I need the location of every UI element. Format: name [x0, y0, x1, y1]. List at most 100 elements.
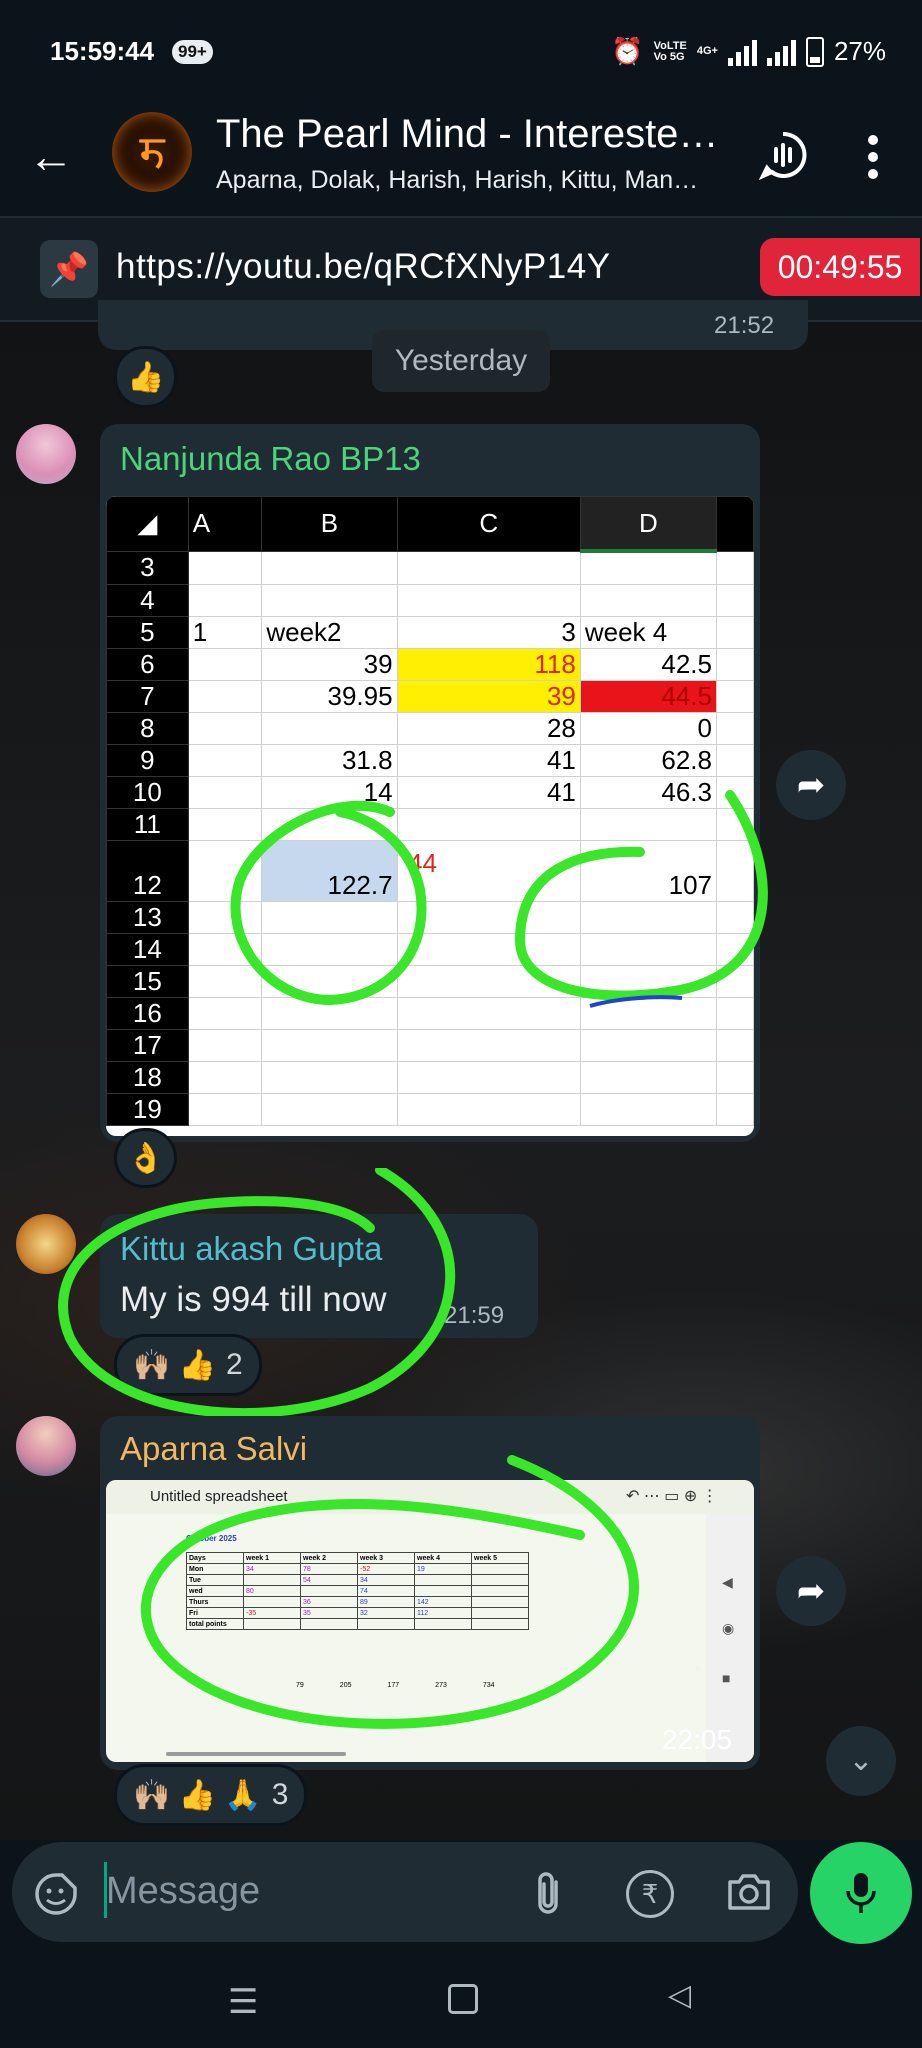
row-number: 8	[106, 712, 189, 745]
cell-empty	[716, 584, 754, 617]
cell-empty	[716, 648, 754, 681]
forward-icon[interactable]: ➦	[776, 1556, 846, 1626]
green-circle-annotation	[230, 790, 768, 1008]
cell-b	[261, 1093, 398, 1126]
row-number: 14	[106, 933, 189, 966]
row-number: 12	[106, 840, 189, 902]
alarm-icon: ⏰	[611, 36, 644, 66]
sticker-icon[interactable]	[34, 1872, 78, 1916]
more-options-icon[interactable]	[866, 134, 880, 180]
cell-empty	[716, 1029, 754, 1062]
row-number: 7	[106, 680, 189, 713]
row-number: 9	[106, 744, 189, 777]
home-nav-icon[interactable]	[448, 1984, 478, 2014]
spreadsheet-row: 17	[106, 1029, 754, 1062]
recents-nav-icon[interactable]: ☰	[228, 1982, 258, 2022]
green-circle-annotation	[140, 1455, 639, 1729]
row-number: 5	[106, 616, 189, 649]
spreadsheet-row: 6 39 118 42.5	[106, 648, 754, 681]
row-number: 18	[106, 1061, 189, 1094]
row-number: 11	[106, 808, 189, 841]
cell-a	[187, 744, 263, 777]
notification-count-badge: 99+	[172, 40, 213, 64]
network-type: 4G+	[696, 45, 718, 57]
cell-a	[187, 648, 263, 681]
back-arrow-icon[interactable]: ←	[28, 128, 74, 184]
spreadsheet-row: 7 39.95 39 44.5	[106, 680, 754, 713]
reaction-chip[interactable]: 🙌🏼 👍 🙏 3	[114, 1764, 308, 1826]
back-nav-icon[interactable]: ◁	[668, 1978, 691, 2013]
nav-home-icon: ◉	[722, 1620, 735, 1636]
cell-d	[579, 550, 718, 585]
microphone-icon	[846, 1873, 876, 1913]
voice-chat-icon[interactable]	[758, 130, 808, 180]
cell-c	[396, 584, 581, 617]
message-time: 22:05	[662, 1724, 733, 1755]
nav-recents-icon: ■	[722, 1670, 731, 1686]
network-label: VoLTE Vo 5G	[653, 40, 687, 63]
cell-a: 1	[187, 616, 263, 649]
sender-name[interactable]: Nanjunda Rao BP13	[120, 440, 421, 478]
pinned-link[interactable]: https://youtu.be/qRCfXNyP14Y	[116, 247, 611, 287]
row-number: 19	[106, 1093, 189, 1126]
group-avatar[interactable]: ॸ	[112, 112, 192, 192]
row-number: 3	[106, 550, 189, 585]
column-header-row: ◢ A B C D	[106, 496, 754, 553]
sender-avatar[interactable]	[16, 1416, 76, 1476]
battery-icon	[805, 36, 824, 67]
cell-b: week2	[261, 616, 398, 649]
cell-c	[396, 550, 581, 585]
spreadsheet-row: 18	[106, 1061, 754, 1094]
cell-b	[261, 712, 398, 745]
vo5g-label: Vo 5G	[653, 50, 685, 63]
cell-b: 39	[261, 648, 398, 681]
chat-members[interactable]: Aparna, Dolak, Harish, Harish, Kittu, Ma…	[216, 166, 698, 195]
spreadsheet-row: 9 31.8 41 62.8	[106, 744, 754, 777]
cell-empty	[716, 616, 754, 649]
microphone-button[interactable]	[810, 1842, 912, 1944]
cell-c: 28	[396, 712, 581, 745]
row-number: 15	[106, 965, 189, 998]
message-time: 21:52	[714, 312, 775, 339]
cell-empty	[716, 712, 754, 745]
row-number: 17	[106, 1029, 189, 1062]
spreadsheet-row: 5 1 week2 3 week 4	[106, 616, 754, 649]
spreadsheet-row: 8 28 0	[106, 712, 754, 745]
sender-avatar[interactable]	[16, 424, 76, 484]
reaction-count: 3	[271, 1778, 289, 1811]
spreadsheet-row: 3	[106, 550, 754, 585]
cell-c	[396, 1061, 581, 1094]
cell-b	[261, 550, 398, 585]
spreadsheet-row: 4	[106, 584, 754, 617]
cell-b	[261, 1061, 398, 1094]
cell-d	[579, 1029, 718, 1062]
call-timer[interactable]: 00:49:55	[760, 238, 920, 296]
payment-icon[interactable]: ₹	[626, 1870, 674, 1918]
message-input[interactable]: Message	[106, 1870, 260, 1913]
zero-value: 0	[696, 1666, 700, 1673]
row-number: 6	[106, 648, 189, 681]
pin-icon: 📌	[40, 240, 98, 298]
signal-icon	[727, 38, 757, 66]
cell-b: 31.8	[261, 744, 398, 777]
reaction-chip[interactable]: 👍	[114, 346, 178, 408]
attachment-icon[interactable]	[530, 1870, 566, 1918]
cell-a	[187, 712, 263, 745]
cell-d	[579, 584, 718, 617]
reaction-emojis: 🙌🏼 👍 🙏	[133, 1778, 262, 1812]
column-header-a: A	[187, 496, 263, 552]
cell-empty	[716, 1061, 754, 1094]
camera-icon[interactable]	[726, 1872, 772, 1912]
cell-c: 118	[396, 648, 581, 681]
battery-percent: 27%	[833, 36, 886, 66]
cell-empty	[716, 744, 754, 777]
cell-empty	[716, 550, 754, 585]
status-time: 15:59:44	[50, 36, 155, 66]
cell-d: week 4	[579, 616, 718, 649]
forward-icon[interactable]: ➦	[776, 750, 846, 820]
date-separator: Yesterday	[372, 330, 550, 392]
cell-b	[261, 1029, 398, 1062]
scroll-down-icon[interactable]: ⌄	[826, 1726, 896, 1796]
message-time: 21:54	[662, 1096, 733, 1127]
chat-title[interactable]: The Pearl Mind - Intereste…	[216, 112, 718, 157]
